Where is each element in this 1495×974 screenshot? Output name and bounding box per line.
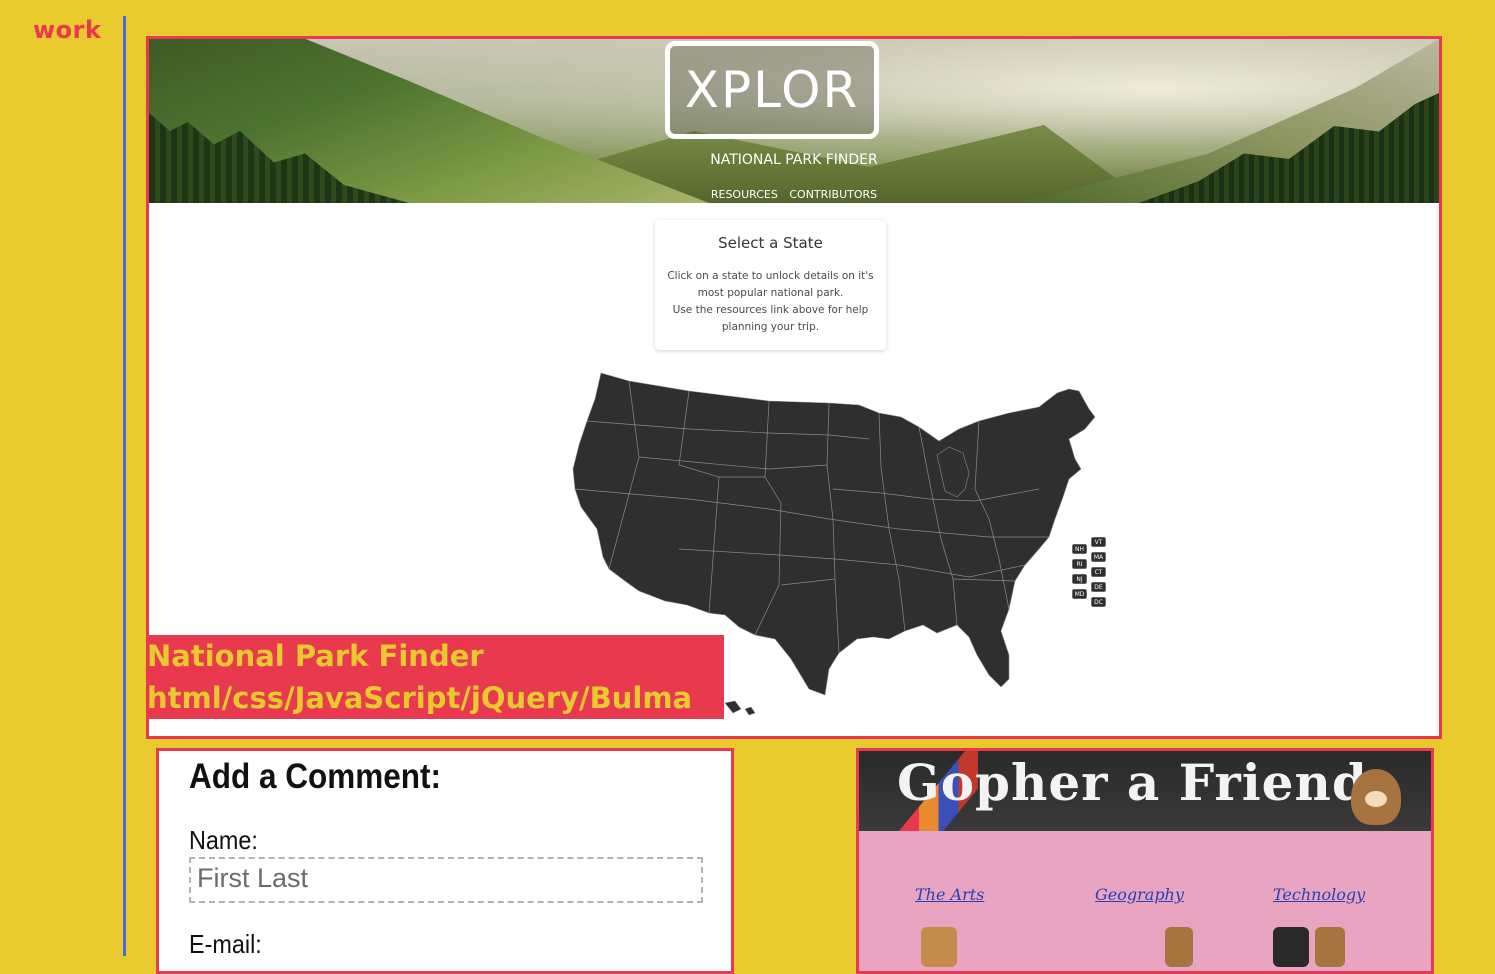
name-input[interactable]: First Last (189, 857, 703, 903)
vertical-divider (123, 16, 126, 956)
hero-nav: RESOURCES CONTRIBUTORS (149, 188, 1439, 201)
link-geography[interactable]: Geography (1095, 885, 1184, 904)
svg-text:NJ: NJ (1076, 576, 1082, 583)
gopher-mascot-icon (1351, 769, 1401, 825)
select-state-panel: Select a State Click on a state to unloc… (655, 220, 886, 350)
panel-title: Select a State (718, 234, 823, 252)
state-label-ma[interactable]: MA (1090, 551, 1107, 563)
svg-text:CT: CT (1095, 569, 1103, 576)
geography-gopher-icon (1165, 927, 1193, 967)
gopher-banner: Gopher a Friend (859, 751, 1431, 831)
state-label-ct[interactable]: CT (1090, 566, 1107, 578)
technology-computer-icon (1273, 927, 1309, 967)
svg-text:MA: MA (1094, 554, 1104, 561)
section-label: work (33, 16, 102, 44)
svg-text:MD: MD (1075, 591, 1085, 598)
nav-link-resources[interactable]: RESOURCES (711, 188, 778, 201)
panel-instructions: Click on a state to unlock details on it… (665, 268, 876, 336)
panel-line-1: Click on a state to unlock details on it… (667, 270, 874, 299)
small-state-labels: VT NH MA RI CT NJ DE MD DC (1071, 536, 1107, 608)
state-label-vt[interactable]: VT (1090, 536, 1107, 548)
project-tech-stack: html/css/JavaScript/jQuery/Bulma (147, 681, 693, 715)
state-label-dc[interactable]: DC (1090, 596, 1107, 608)
project-title: National Park Finder (147, 639, 484, 673)
svg-text:DE: DE (1094, 584, 1103, 591)
project-card-national-park-finder[interactable]: XPLOR NATIONAL PARK FINDER RESOURCES CON… (146, 36, 1442, 739)
svg-text:DC: DC (1094, 599, 1103, 606)
svg-text:VT: VT (1095, 539, 1103, 546)
name-label: Name: (189, 825, 258, 855)
state-label-nh[interactable]: NH (1071, 543, 1088, 555)
project-card-comment-form[interactable]: Add a Comment: Name: First Last E-mail: (156, 748, 734, 974)
svg-text:NH: NH (1075, 546, 1084, 553)
email-label: E-mail: (189, 929, 262, 959)
nav-link-contributors[interactable]: CONTRIBUTORS (789, 188, 877, 201)
hero-subtitle: NATIONAL PARK FINDER (710, 152, 878, 168)
panel-line-2: Use the resources link above for help pl… (672, 304, 869, 333)
project-card-gopher-a-friend[interactable]: Gopher a Friend The Arts Geography Techn… (856, 748, 1434, 974)
technology-gopher-icon (1315, 927, 1345, 967)
map-hawaii (724, 700, 742, 714)
xplor-logo: XPLOR (665, 41, 879, 139)
comment-heading: Add a Comment: (189, 757, 441, 796)
arts-gopher-icon (921, 927, 957, 967)
link-the-arts[interactable]: The Arts (915, 885, 984, 904)
state-label-nj[interactable]: NJ (1071, 573, 1088, 585)
state-label-de[interactable]: DE (1090, 581, 1107, 593)
state-label-md[interactable]: MD (1071, 588, 1088, 600)
svg-text:RI: RI (1077, 561, 1083, 568)
project-caption: National Park Finder html/css/JavaScript… (146, 635, 724, 719)
link-technology[interactable]: Technology (1273, 885, 1365, 904)
gopher-title: Gopher a Friend (897, 753, 1368, 812)
hero-banner: XPLOR NATIONAL PARK FINDER RESOURCES CON… (149, 39, 1439, 203)
state-label-ri[interactable]: RI (1071, 558, 1088, 570)
